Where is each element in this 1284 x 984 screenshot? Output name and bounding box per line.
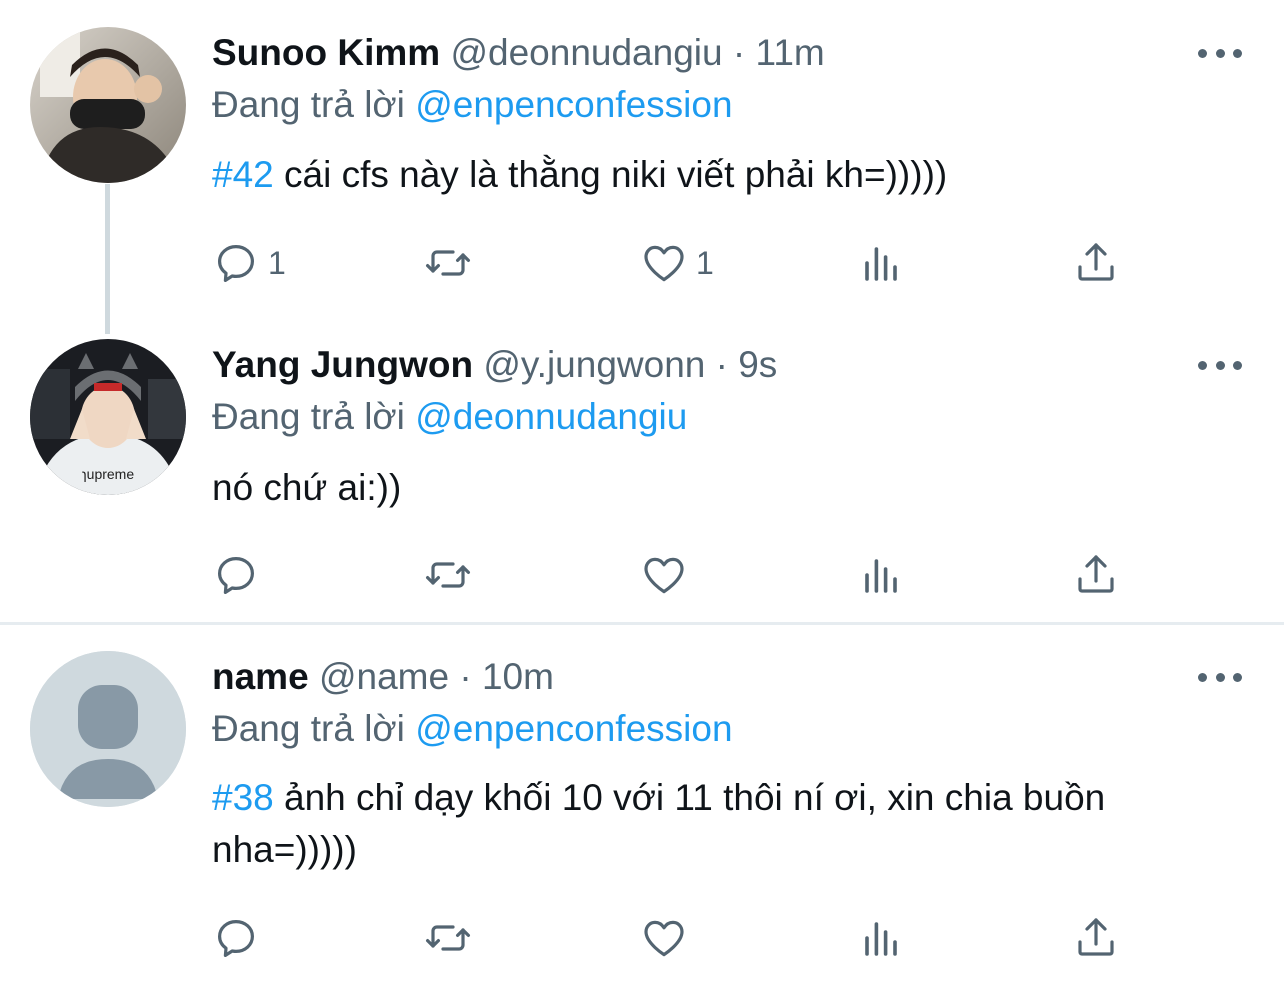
reply-button[interactable] — [212, 550, 260, 600]
reply-icon — [218, 245, 254, 282]
separator-dot: · — [459, 656, 472, 697]
like-count: 1 — [696, 244, 714, 281]
tweet-text: #38 ảnh chỉ dạy khối 10 với 11 thôi ní ơ… — [212, 772, 1172, 876]
heart-icon — [644, 920, 684, 957]
more-icon-dot — [1233, 48, 1242, 58]
reply-button[interactable] — [212, 913, 260, 963]
tweet-text: nó chứ ai:)) — [212, 462, 1212, 514]
views-button[interactable] — [857, 238, 905, 288]
reply-icon — [218, 920, 254, 957]
action-bar: 1 1 — [212, 238, 1132, 288]
avatar-photo-icon: ɿupreme — [30, 339, 186, 495]
separator-dot: · — [715, 344, 728, 385]
reply-prefix: Đang trả lời — [212, 84, 405, 125]
share-icon — [1078, 918, 1114, 956]
more-icon-dot — [1233, 672, 1242, 682]
views-button[interactable] — [857, 913, 905, 963]
share-button[interactable] — [1072, 913, 1120, 963]
more-icon — [1198, 360, 1207, 370]
action-bar — [212, 550, 1132, 600]
reply-context: Đang trả lời @enpenconfession — [212, 707, 733, 751]
reply-context: Đang trả lời @deonnudangiu — [212, 395, 687, 439]
reply-to-mention[interactable]: @deonnudangiu — [415, 396, 687, 437]
retweet-icon — [426, 925, 470, 951]
timestamp[interactable]: 10m — [482, 656, 554, 697]
more-icon-dot — [1215, 48, 1225, 58]
retweet-button[interactable] — [424, 550, 472, 600]
avatar[interactable] — [30, 27, 186, 183]
timestamp[interactable]: 11m — [755, 32, 824, 73]
user-handle[interactable]: @name — [319, 656, 449, 697]
reply-count: 1 — [268, 244, 286, 281]
display-name[interactable]: name — [212, 656, 309, 697]
more-options-button[interactable] — [1198, 43, 1242, 63]
share-icon — [1078, 555, 1114, 593]
display-name[interactable]: Yang Jungwon — [212, 344, 473, 385]
heart-icon — [644, 557, 684, 594]
tweet-body: cái cfs này là thằng niki viết phải kh=)… — [284, 154, 948, 195]
timestamp[interactable]: 9s — [738, 344, 777, 385]
reply-to-mention[interactable]: @enpenconfession — [415, 708, 732, 749]
reply-button[interactable]: 1 — [212, 238, 286, 288]
hashtag-link[interactable]: #42 — [212, 154, 274, 195]
analytics-icon — [865, 559, 897, 593]
like-button[interactable] — [640, 550, 688, 600]
retweet-button[interactable] — [424, 913, 472, 963]
separator-dot: · — [732, 32, 746, 73]
tweet-body: nó chứ ai:)) — [212, 467, 402, 508]
shirt-text: ɿupreme — [82, 466, 134, 482]
default-profile-icon — [30, 651, 186, 807]
hashtag-link[interactable]: #38 — [212, 777, 274, 818]
like-button[interactable] — [640, 913, 688, 963]
analytics-icon — [865, 922, 897, 956]
like-button[interactable]: 1 — [640, 238, 714, 288]
tweet-text: #42 cái cfs này là thằng niki viết phải … — [212, 149, 1212, 201]
reply-prefix: Đang trả lời — [212, 396, 405, 437]
more-icon-dot — [1215, 360, 1225, 370]
more-icon — [1198, 672, 1207, 682]
share-icon — [1078, 243, 1114, 281]
avatar[interactable] — [30, 651, 186, 807]
user-handle[interactable]: @y.jungwonn — [483, 344, 705, 385]
tweet-header: Sunoo Kimm @deonnudangiu · 11m — [212, 31, 825, 75]
more-icon-dot — [1233, 360, 1242, 370]
retweet-button[interactable] — [424, 238, 472, 288]
tweet-divider — [0, 622, 1284, 625]
more-icon — [1198, 48, 1207, 58]
display-name[interactable]: Sunoo Kimm — [212, 32, 440, 73]
heart-icon — [644, 245, 684, 282]
tweet-body: ảnh chỉ dạy khối 10 với 11 thôi ní ơi, x… — [212, 777, 1106, 870]
reply-prefix: Đang trả lời — [212, 708, 405, 749]
retweet-icon — [426, 250, 470, 276]
more-options-button[interactable] — [1198, 355, 1242, 375]
reply-to-mention[interactable]: @enpenconfession — [415, 84, 732, 125]
avatar[interactable]: ɿupreme — [30, 339, 186, 495]
thread-connector-line — [105, 184, 110, 334]
views-button[interactable] — [857, 550, 905, 600]
tweet-header: Yang Jungwon @y.jungwonn · 9s — [212, 343, 777, 387]
reply-context: Đang trả lời @enpenconfession — [212, 83, 733, 127]
analytics-icon — [865, 247, 897, 281]
share-button[interactable] — [1072, 550, 1120, 600]
more-icon-dot — [1215, 672, 1225, 682]
tweet-header: name @name · 10m — [212, 655, 554, 699]
avatar-photo-icon — [30, 27, 186, 183]
reply-icon — [218, 557, 254, 594]
share-button[interactable] — [1072, 238, 1120, 288]
user-handle[interactable]: @deonnudangiu — [450, 32, 722, 73]
more-options-button[interactable] — [1198, 667, 1242, 687]
action-bar — [212, 913, 1132, 963]
retweet-icon — [426, 562, 470, 588]
